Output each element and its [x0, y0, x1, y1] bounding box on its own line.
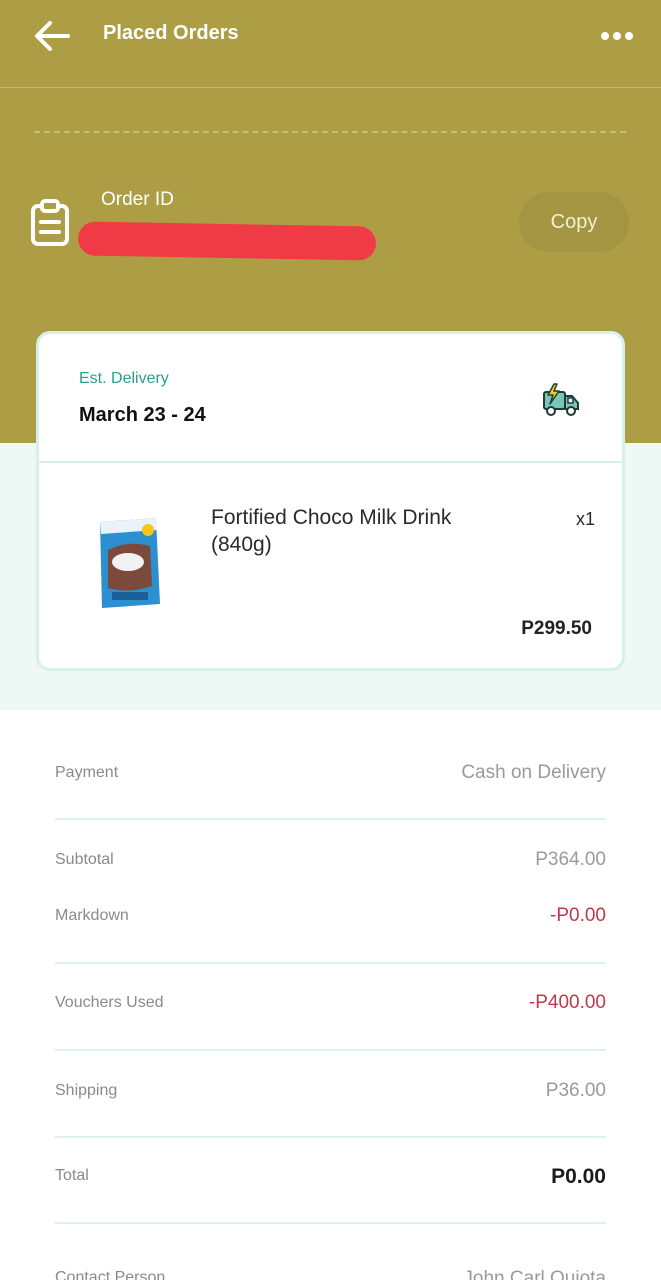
- contact-value: John Carl Quiota: [463, 1268, 606, 1280]
- payment-row: Payment Cash on Delivery: [55, 760, 606, 788]
- delivery-truck-icon: [543, 383, 579, 416]
- more-horizontal-icon: [601, 32, 633, 40]
- vouchers-value: -P400.00: [528, 992, 606, 1013]
- markdown-label: Markdown: [55, 907, 129, 924]
- est-delivery-label: Est. Delivery: [79, 370, 169, 387]
- clipboard-icon: [31, 199, 69, 246]
- total-row: Total P0.00: [55, 1163, 606, 1191]
- back-button[interactable]: [30, 18, 74, 54]
- contact-row: Contact Person John Carl Quiota: [0, 1264, 661, 1280]
- shipping-label: Shipping: [55, 1082, 118, 1099]
- card-divider: [39, 461, 622, 463]
- payment-label: Payment: [55, 764, 119, 781]
- total-value: P0.00: [551, 1165, 606, 1188]
- product-name: Fortified Choco Milk Drink (840g): [211, 506, 452, 556]
- est-delivery-date: March 23 - 24: [79, 404, 206, 426]
- product-price: P299.50: [521, 618, 592, 639]
- markdown-value: -P0.00: [550, 905, 606, 926]
- shipping-row: Shipping P36.00: [55, 1078, 606, 1106]
- arrow-left-icon: [35, 21, 70, 51]
- total-label: Total: [55, 1167, 89, 1184]
- app-bar: Placed Orders: [0, 0, 661, 88]
- copy-button[interactable]: Copy: [519, 192, 629, 252]
- vouchers-label: Vouchers Used: [55, 994, 164, 1011]
- shipping-value: P36.00: [545, 1080, 606, 1101]
- product-image: [100, 518, 160, 608]
- markdown-row: Markdown -P0.00: [55, 903, 606, 931]
- contact-label: Contact Person: [55, 1269, 166, 1280]
- dashed-divider: [34, 131, 626, 133]
- summary-divider: [55, 962, 606, 964]
- vouchers-row: Vouchers Used -P400.00: [55, 990, 606, 1018]
- order-card: Est. Delivery March 23 - 24 Fortified Ch…: [36, 331, 625, 671]
- subtotal-row: Subtotal P364.00: [55, 847, 606, 875]
- page-title: Placed Orders: [103, 22, 239, 44]
- summary-divider: [55, 818, 606, 820]
- more-menu-button[interactable]: [596, 26, 638, 46]
- payment-value: Cash on Delivery: [461, 762, 606, 783]
- redacted-order-id: [77, 221, 377, 261]
- summary-divider: [55, 1136, 606, 1138]
- order-id-label: Order ID: [101, 189, 174, 210]
- summary-divider: [55, 1222, 606, 1224]
- product-quantity: x1: [576, 509, 596, 529]
- subtotal-value: P364.00: [535, 849, 606, 870]
- subtotal-label: Subtotal: [55, 851, 114, 868]
- summary-divider: [55, 1049, 606, 1051]
